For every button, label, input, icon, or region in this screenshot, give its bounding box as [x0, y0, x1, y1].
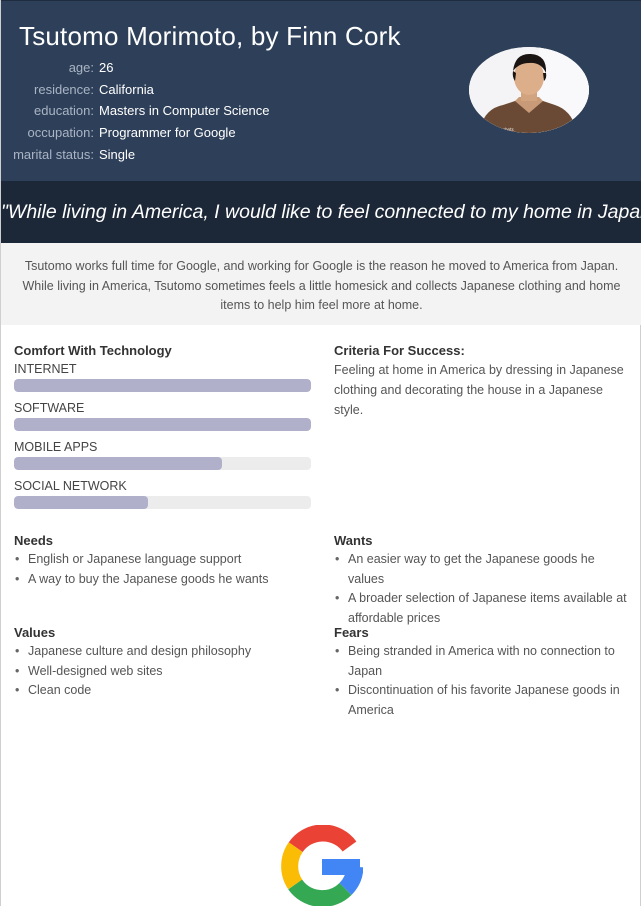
bar-label-social-network: SOCIAL NETWORK: [14, 479, 127, 493]
fears-title: Fears: [334, 625, 369, 640]
fact-value: California: [99, 81, 154, 97]
list-item: A broader selection of Japanese items av…: [334, 589, 634, 628]
values-title: Values: [14, 625, 56, 640]
values-list: Japanese culture and design philosophy W…: [14, 642, 314, 701]
fears-list: Being stranded in America with no connec…: [334, 642, 630, 720]
needs-title: Needs: [14, 533, 54, 548]
list-item: Discontinuation of his favorite Japanese…: [334, 681, 630, 720]
list-item: A way to buy the Japanese goods he wants: [14, 570, 314, 590]
fact-value: Single: [99, 146, 136, 162]
bar-label-software: SOFTWARE: [14, 401, 85, 415]
fact-value: 26: [99, 60, 114, 75]
criteria-title: Criteria For Success:: [334, 343, 465, 358]
fact-label: age:: [68, 60, 94, 75]
persona-title: Tsutomo Morimoto, by Finn Cork: [19, 21, 401, 51]
list-item: Being stranded in America with no connec…: [334, 642, 630, 681]
bar-fill-mobile-apps: [14, 457, 222, 470]
quote-banner: "While living in America, I would like t…: [1, 181, 641, 243]
bar-fill-software: [14, 418, 311, 431]
persona-card: Tsutomo Morimoto, by Finn Cork age: 26 r…: [0, 0, 641, 906]
bio-section: Tsutomo works full time for Google, and …: [1, 243, 641, 325]
bio-text: Tsutomo works full time for Google, and …: [22, 259, 621, 312]
bar-track-social-network: [14, 496, 311, 509]
fact-value: Programmer for Google: [99, 125, 236, 141]
list-item: An easier way to get the Japanese goods …: [334, 550, 634, 589]
portrait-image: shots: [469, 47, 589, 133]
wants-title: Wants: [334, 533, 373, 548]
list-item: Clean code: [14, 681, 314, 701]
fact-label: marital status:: [13, 146, 94, 162]
fact-label: occupation:: [27, 125, 95, 141]
bar-track-mobile-apps: [14, 457, 311, 470]
bar-track-software: [14, 418, 311, 431]
criteria-text: Feeling at home in America by dressing i…: [334, 363, 624, 417]
bar-label-mobile-apps: MOBILE APPS: [14, 440, 98, 454]
needs-list: English or Japanese language support A w…: [14, 550, 314, 589]
fact-label: education:: [34, 103, 94, 119]
fact-label: residence:: [34, 81, 94, 97]
photo-caption: shots: [503, 127, 514, 132]
persona-quote: "While living in America, I would like t…: [1, 201, 641, 223]
persona-header: Tsutomo Morimoto, by Finn Cork age: 26 r…: [1, 0, 641, 181]
list-item: Japanese culture and design philosophy: [14, 642, 314, 662]
bar-label-internet: INTERNET: [14, 362, 77, 376]
google-g-logo-icon: [281, 825, 363, 906]
bar-fill-social-network: [14, 496, 148, 509]
bar-fill-internet: [14, 379, 311, 392]
comfort-title: Comfort With Technology: [14, 343, 172, 358]
fact-value: Masters in Computer Science: [99, 103, 270, 119]
persona-photo: shots: [469, 47, 589, 133]
list-item: English or Japanese language support: [14, 550, 314, 570]
bar-track-internet: [14, 379, 311, 392]
list-item: Well-designed web sites: [14, 662, 314, 682]
wants-list: An easier way to get the Japanese goods …: [334, 550, 634, 628]
